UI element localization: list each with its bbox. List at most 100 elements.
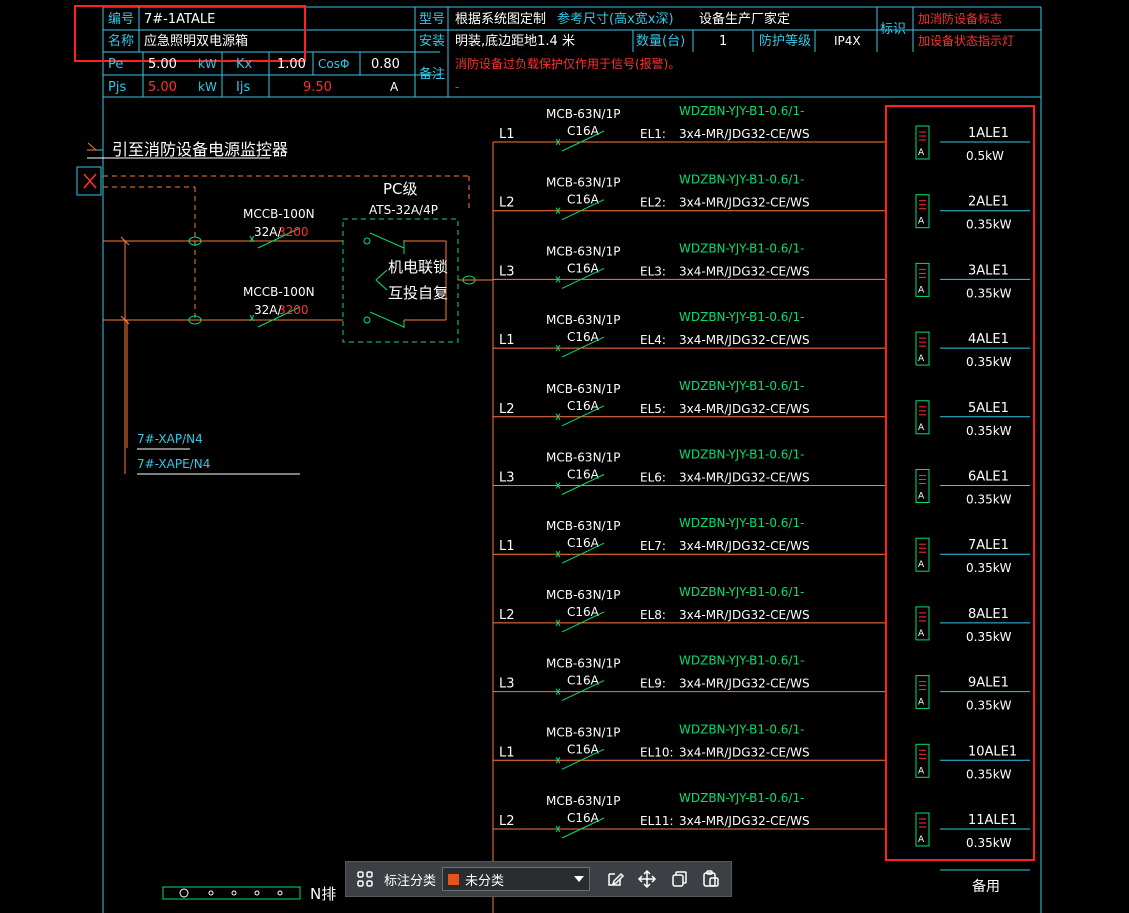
cad-drawing-canvas[interactable]: 编号 7#-1ATALE 名称 应急照明双电源箱 型号 根据系统图定制 参考尺寸… <box>0 0 1129 913</box>
circuit-cable-1: WDZBN-YJY-B1-0.6/1- <box>679 173 804 187</box>
annotation-toolbar: 标注分类 未分类 <box>345 861 732 897</box>
circuit-breaker-model: MCB-63N/1P <box>546 382 620 396</box>
module-letter: A <box>918 560 925 570</box>
circuit-cable-2: 3x4-MR/JDG32-CE/WS <box>679 745 810 759</box>
load-name: 7ALE1 <box>968 538 1009 553</box>
copy-icon[interactable] <box>666 866 692 892</box>
ijs-unit: A <box>390 80 399 94</box>
circuit-breaker-model: MCB-63N/1P <box>546 244 620 258</box>
circuit-phase: L1 <box>499 745 515 760</box>
remark-value: 消防设备过负载保护仅作用于信号(报警)。 <box>455 56 680 71</box>
circuit-row: L2MCB-63N/1PC16A EL5:WDZBN-YJY-B1-0.6/1-3… <box>493 379 1030 438</box>
name-value: 应急照明双电源箱 <box>144 33 248 49</box>
circuit-row: L2MCB-63N/1PC16A EL8:WDZBN-YJY-B1-0.6/1-3… <box>493 585 1030 644</box>
circuit-cable-2: 3x4-MR/JDG32-CE/WS <box>679 333 810 347</box>
install-value: 明装,底边距地1.4 米 <box>455 33 575 49</box>
load-power: 0.35kW <box>966 699 1012 713</box>
circuit-breaker-model: MCB-63N/1P <box>546 588 620 602</box>
category-color-swatch <box>448 873 460 885</box>
module-letter: A <box>918 629 925 639</box>
pjs-label: Pjs <box>108 80 126 95</box>
circuit-cable-2: 3x4-MR/JDG32-CE/WS <box>679 402 810 416</box>
circuit-label: EL11: <box>640 814 674 828</box>
circuit-cable-2: 3x4-MR/JDG32-CE/WS <box>679 196 810 210</box>
protect-value: IP4X <box>834 34 861 48</box>
circuit-cable-1: WDZBN-YJY-B1-0.6/1- <box>679 654 804 668</box>
annotation-category-select[interactable]: 未分类 <box>442 867 591 891</box>
remark-label: 备注 <box>419 66 445 82</box>
grid-icon[interactable] <box>352 866 378 892</box>
mccb-1-model: MCCB-100N <box>243 207 315 221</box>
load-name: 8ALE1 <box>968 607 1009 622</box>
circuit-phase: L1 <box>499 333 515 348</box>
circuit-row: L3MCB-63N/1PC16A EL3:WDZBN-YJY-B1-0.6/1-3… <box>493 241 1030 300</box>
id-note-1: 加消防设备标志 <box>918 11 1002 26</box>
annotation-category-label: 标注分类 <box>384 872 437 888</box>
circuit-cable-1: WDZBN-YJY-B1-0.6/1- <box>679 310 804 324</box>
circuit-cable-1: WDZBN-YJY-B1-0.6/1- <box>679 585 804 599</box>
mccb-1-trip: 3200 <box>278 225 309 239</box>
load-power: 0.35kW <box>966 630 1012 644</box>
module-letter: A <box>918 766 925 776</box>
circuit-cable-2: 3x4-MR/JDG32-CE/WS <box>679 539 810 553</box>
circuit-breaker-model: MCB-63N/1P <box>546 794 620 808</box>
circuit-phase: L1 <box>499 539 515 554</box>
n-bar-label: N排 <box>310 885 336 903</box>
circuit-row: L3MCB-63N/1PC16A EL9:WDZBN-YJY-B1-0.6/1-3… <box>493 654 1030 713</box>
module-letter: A <box>918 354 925 364</box>
ref-size: 参考尺寸(高x宽x深) <box>557 11 674 27</box>
number-value: 7#-1ATALE <box>144 12 215 27</box>
move-icon[interactable] <box>634 866 660 892</box>
circuit-label: EL4: <box>640 333 666 347</box>
circuit-label: EL6: <box>640 471 666 485</box>
circuit-label: EL8: <box>640 608 666 622</box>
model-value: 根据系统图定制 <box>455 12 546 27</box>
circuit-breaker-model: MCB-63N/1P <box>546 176 620 190</box>
id-note-2: 加设备状态指示灯 <box>918 33 1014 48</box>
pc-level: PC级 <box>383 180 418 198</box>
circuit-phase: L2 <box>499 608 515 623</box>
circuit-cable-2: 3x4-MR/JDG32-CE/WS <box>679 814 810 828</box>
mccb-2-model: MCCB-100N <box>243 285 315 299</box>
circuit-row: L1MCB-63N/1PC16A EL10:WDZBN-YJY-B1-0.6/1-… <box>493 722 1030 781</box>
kx-label: Kx <box>236 57 253 72</box>
circuit-label: EL7: <box>640 539 666 553</box>
circuit-cable-2: 3x4-MR/JDG32-CE/WS <box>679 127 810 141</box>
module-letter: A <box>918 492 925 502</box>
ats-switch <box>342 218 493 343</box>
model-label: 型号 <box>419 12 445 27</box>
circuit-label: EL9: <box>640 677 666 691</box>
circuit-cable-1: WDZBN-YJY-B1-0.6/1- <box>679 791 804 805</box>
module-letter: A <box>918 423 925 433</box>
circuit-cable-1: WDZBN-YJY-B1-0.6/1- <box>679 379 804 393</box>
load-name: 6ALE1 <box>968 470 1009 485</box>
circuit-phase: L3 <box>499 471 515 486</box>
load-power: 0.35kW <box>966 493 1012 507</box>
edit-icon[interactable] <box>602 866 628 892</box>
paste-icon[interactable] <box>698 866 724 892</box>
load-power: 0.35kW <box>966 286 1012 300</box>
circuit-row: L2MCB-63N/1PC16A EL2:WDZBN-YJY-B1-0.6/1-3… <box>493 173 1030 232</box>
load-name: 2ALE1 <box>968 195 1009 210</box>
module-letter: A <box>918 148 925 158</box>
circuit-phase: L1 <box>499 127 515 142</box>
module-letter: A <box>918 698 925 708</box>
circuit-breaker-model: MCB-63N/1P <box>546 107 620 121</box>
spare-label: 备用 <box>972 878 1000 895</box>
pe-unit: kW <box>198 57 217 71</box>
outgoing-circuits: L1MCB-63N/1PC16A EL1:WDZBN-YJY-B1-0.6/1-3… <box>493 104 1030 850</box>
load-power: 0.35kW <box>966 836 1012 850</box>
circuit-breaker-model: MCB-63N/1P <box>546 451 620 465</box>
load-power: 0.35kW <box>966 561 1012 575</box>
circuit-phase: L2 <box>499 196 515 211</box>
monitor-text: 引至消防设备电源监控器 <box>112 140 288 159</box>
circuit-phase: L2 <box>499 814 515 829</box>
qty-value: 1 <box>719 34 727 49</box>
ats-model: ATS-32A/4P <box>369 203 438 217</box>
circuit-label: EL3: <box>640 264 666 278</box>
circuit-cable-2: 3x4-MR/JDG32-CE/WS <box>679 608 810 622</box>
circuit-breaker-model: MCB-63N/1P <box>546 519 620 533</box>
load-name: 9ALE1 <box>968 676 1009 691</box>
load-name: 5ALE1 <box>968 401 1009 416</box>
load-power: 0.5kW <box>966 149 1004 163</box>
